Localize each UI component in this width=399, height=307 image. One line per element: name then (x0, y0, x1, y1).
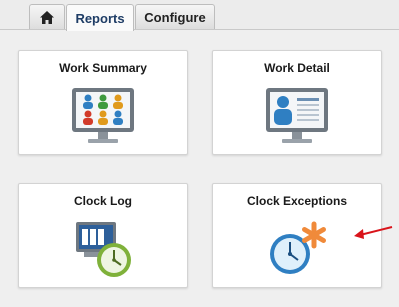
reports-panel: Work Summary Work Detail Clock Log Clock… (0, 30, 399, 307)
clock-exception-icon (270, 221, 326, 274)
work-summary-title: Work Summary (59, 61, 147, 75)
profile-monitor-icon (266, 88, 328, 143)
tab-home[interactable] (29, 4, 65, 30)
clock-log-icon (76, 222, 131, 277)
tab-configure-label: Configure (144, 10, 206, 25)
work-summary-card[interactable]: Work Summary (18, 50, 188, 155)
red-arrow-icon (354, 226, 393, 239)
tab-reports-label: Reports (75, 10, 125, 26)
team-monitor-icon (72, 88, 134, 143)
clock-log-card[interactable]: Clock Log (18, 183, 188, 288)
home-icon (40, 11, 54, 24)
work-detail-title: Work Detail (264, 61, 330, 75)
tab-configure[interactable]: Configure (135, 4, 215, 30)
clock-exceptions-title: Clock Exceptions (246, 194, 348, 208)
tab-reports[interactable]: Reports (66, 4, 134, 31)
clock-log-title: Clock Log (73, 194, 132, 208)
tab-bar: Reports Configure (0, 0, 399, 31)
work-detail-card[interactable]: Work Detail (212, 50, 382, 155)
